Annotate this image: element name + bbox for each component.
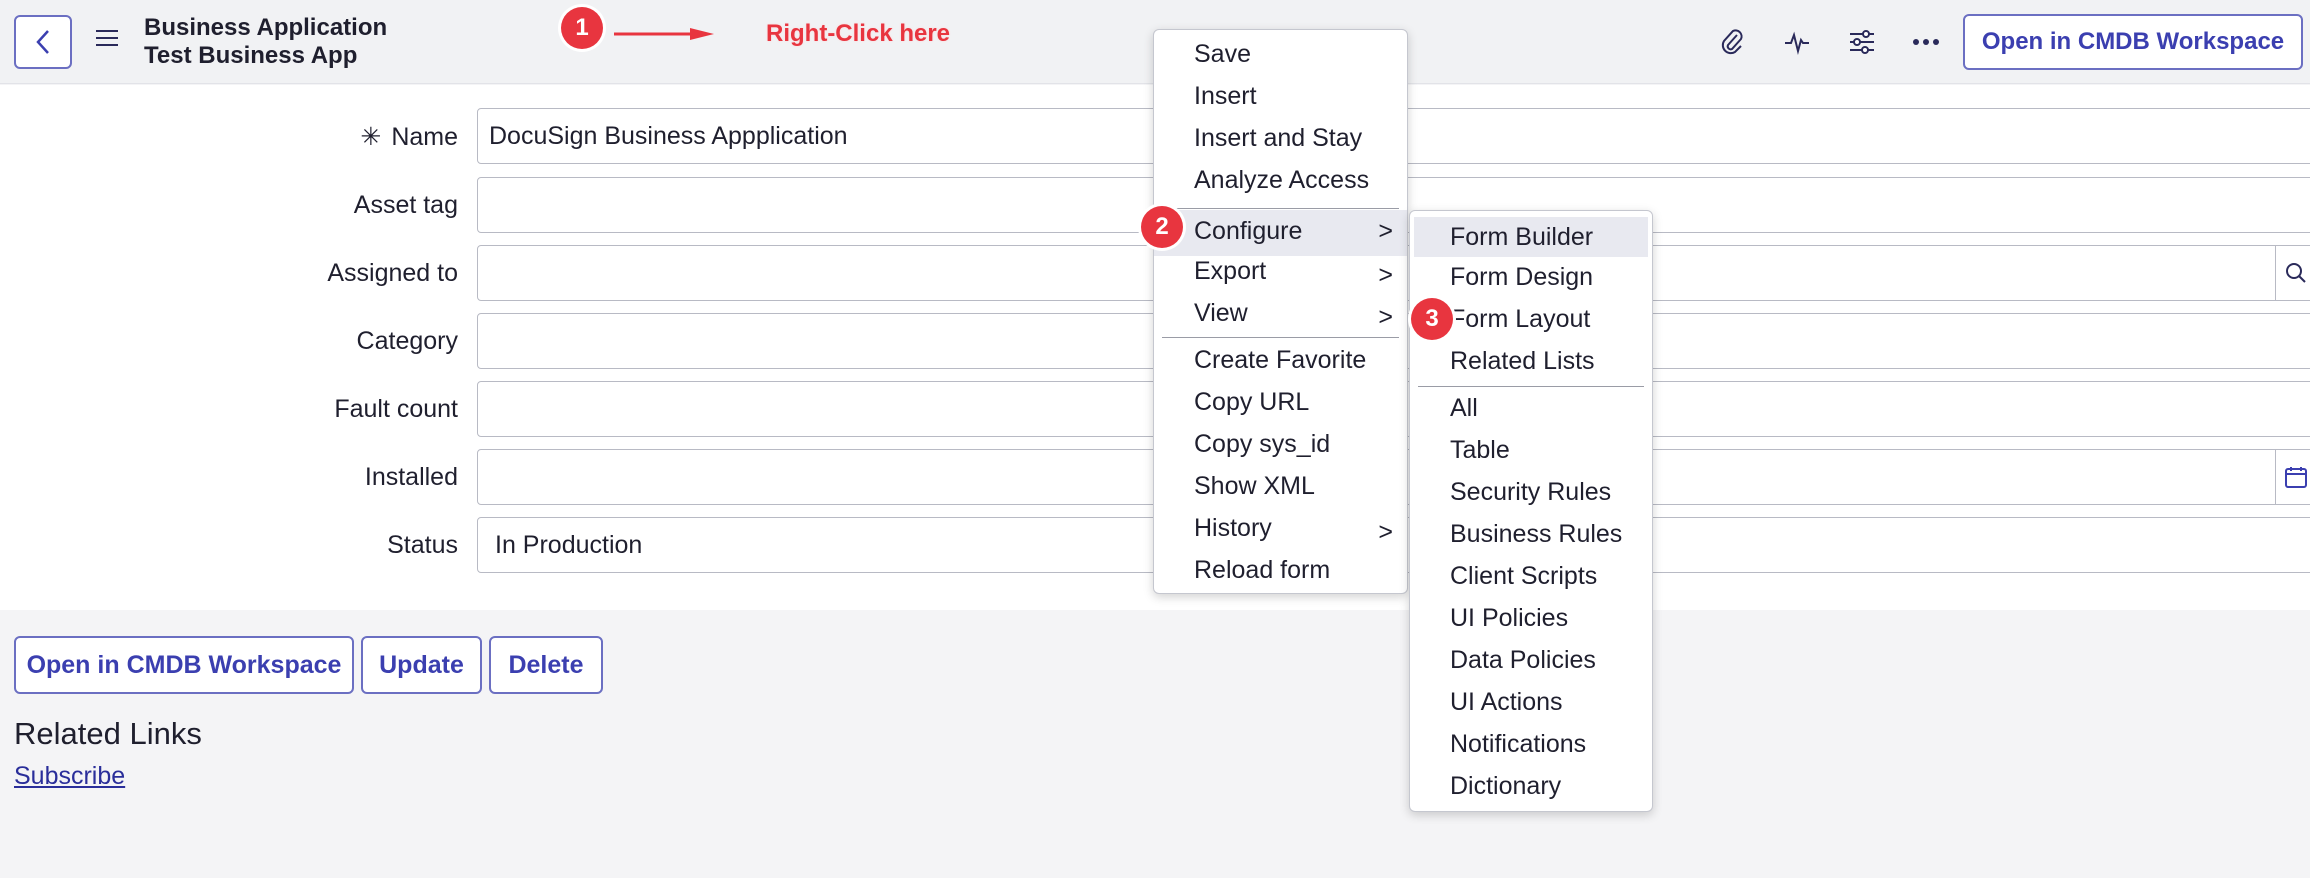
annotation-step-2: 2 bbox=[1141, 206, 1183, 248]
field-label-status: Status bbox=[387, 531, 458, 559]
field-label-name: ✳ Name bbox=[360, 123, 458, 151]
record-display-name: Test Business App bbox=[144, 42, 358, 69]
field-label-assigned-to: Assigned to bbox=[327, 259, 458, 287]
hamburger-menu-icon[interactable] bbox=[96, 30, 118, 46]
annotation-arrow-icon bbox=[614, 28, 714, 40]
menu-item-copy-sys-id[interactable]: Copy sys_id bbox=[1154, 430, 1407, 459]
field-label-asset-tag: Asset tag bbox=[353, 191, 458, 219]
lookup-search-icon[interactable] bbox=[2275, 245, 2310, 301]
menu-separator bbox=[1162, 337, 1399, 338]
chevron-right-icon: > bbox=[1378, 217, 1393, 245]
chevron-right-icon: > bbox=[1378, 303, 1393, 331]
menu-item-export[interactable]: Export > bbox=[1154, 257, 1407, 289]
back-icon bbox=[36, 30, 49, 54]
menu-item-copy-url[interactable]: Copy URL bbox=[1154, 388, 1407, 417]
more-icon[interactable] bbox=[1906, 22, 1946, 62]
menu-item-save[interactable]: Save bbox=[1154, 40, 1407, 69]
menu-separator bbox=[1418, 386, 1644, 387]
menu-item-history[interactable]: History > bbox=[1154, 514, 1407, 546]
menu-item-analyze-access[interactable]: Analyze Access bbox=[1154, 166, 1407, 195]
submenu-item-related-lists[interactable]: Related Lists bbox=[1410, 347, 1652, 376]
menu-item-create-favorite[interactable]: Create Favorite bbox=[1154, 346, 1407, 375]
paperclip-icon[interactable] bbox=[1712, 22, 1752, 62]
menu-item-insert-and-stay[interactable]: Insert and Stay bbox=[1154, 124, 1407, 153]
related-links-title: Related Links bbox=[14, 716, 202, 751]
submenu-item-notifications[interactable]: Notifications bbox=[1410, 730, 1652, 759]
update-button[interactable]: Update bbox=[361, 636, 482, 694]
required-marker: ✳ bbox=[360, 123, 382, 151]
submenu-item-form-builder[interactable]: Form Builder bbox=[1414, 217, 1648, 257]
back-button[interactable] bbox=[14, 15, 72, 69]
submenu-item-dictionary[interactable]: Dictionary bbox=[1410, 772, 1652, 801]
submenu-item-ui-actions[interactable]: UI Actions bbox=[1410, 688, 1652, 717]
chevron-right-icon: > bbox=[1378, 518, 1393, 546]
menu-item-configure[interactable]: Configure > bbox=[1154, 210, 1407, 256]
menu-separator bbox=[1162, 208, 1399, 209]
menu-item-show-xml[interactable]: Show XML bbox=[1154, 472, 1407, 501]
submenu-item-all[interactable]: All bbox=[1410, 394, 1652, 423]
submenu-item-ui-policies[interactable]: UI Policies bbox=[1410, 604, 1652, 633]
field-label-category: Category bbox=[356, 327, 458, 355]
configure-submenu: Form Builder Form Design Form Layout Rel… bbox=[1409, 210, 1653, 812]
submenu-item-form-design[interactable]: Form Design bbox=[1410, 263, 1652, 292]
submenu-item-client-scripts[interactable]: Client Scripts bbox=[1410, 562, 1652, 591]
menu-item-view[interactable]: View > bbox=[1154, 299, 1407, 331]
record-table-name: Business Application bbox=[144, 14, 388, 41]
annotation-right-click-text: Right-Click here bbox=[766, 20, 951, 47]
submenu-item-data-policies[interactable]: Data Policies bbox=[1410, 646, 1652, 675]
open-cmdb-workspace-button[interactable]: Open in CMDB Workspace bbox=[1963, 14, 2303, 70]
field-label-fault-count: Fault count bbox=[334, 395, 458, 423]
open-cmdb-workspace-bottom-button[interactable]: Open in CMDB Workspace bbox=[14, 636, 354, 694]
submenu-item-security-rules[interactable]: Security Rules bbox=[1410, 478, 1652, 507]
submenu-item-table[interactable]: Table bbox=[1410, 436, 1652, 465]
context-menu: Save Insert Insert and Stay Analyze Acce… bbox=[1153, 29, 1408, 594]
activity-icon[interactable] bbox=[1777, 22, 1817, 62]
annotation-step-1: 1 bbox=[561, 7, 603, 49]
field-label-installed: Installed bbox=[364, 463, 458, 491]
menu-item-reload-form[interactable]: Reload form bbox=[1154, 556, 1407, 585]
menu-item-insert[interactable]: Insert bbox=[1154, 82, 1407, 111]
calendar-icon[interactable] bbox=[2275, 449, 2310, 505]
menu-item-configure-label: Configure bbox=[1194, 217, 1303, 245]
sliders-icon[interactable] bbox=[1842, 22, 1882, 62]
subscribe-link[interactable]: Subscribe bbox=[14, 762, 125, 791]
record-title: Business Application Test Business App bbox=[144, 14, 387, 70]
annotation-step-3: 3 bbox=[1411, 298, 1453, 340]
delete-button[interactable]: Delete bbox=[489, 636, 603, 694]
submenu-item-business-rules[interactable]: Business Rules bbox=[1410, 520, 1652, 549]
chevron-right-icon: > bbox=[1378, 261, 1393, 289]
